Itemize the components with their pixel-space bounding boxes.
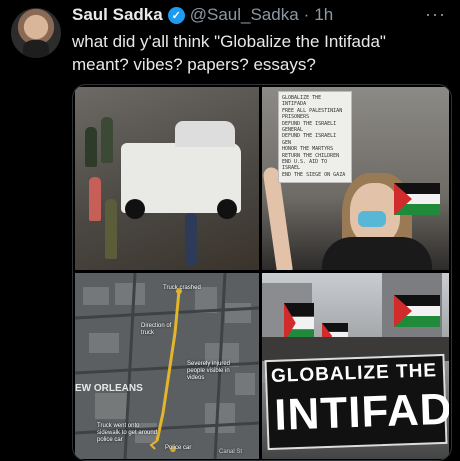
banner-line-1: GLOBALIZE THE [270,360,438,387]
face-mask [358,211,386,227]
map-city-label: EW ORLEANS [75,383,143,394]
protester-shirt [322,237,432,270]
map-label-direction: Direction of truck [141,323,172,336]
tweet-header: Saul Sadka ✓ @Saul_Sadka · 1h [72,5,333,25]
palestinian-flag-icon [394,183,440,215]
timestamp[interactable]: 1h [314,5,333,25]
avatar[interactable] [11,8,61,58]
person-figure [89,177,101,221]
protest-banner: GLOBALIZE THE INTIFADA [264,353,449,451]
officer-figure [101,117,113,163]
pickup-truck [121,121,241,219]
sign-line: END THE SIEGE ON GAZA [282,171,346,178]
map-label-injured: Severely injured people visible in video… [187,361,231,381]
media-image-truck-scene[interactable] [75,87,259,270]
separator: · [303,5,310,24]
map-label-sidewalk: Truck went onto sidewalk to get around p… [97,423,158,443]
sign-line: FREE ALL PALESTINIAN PRISONERS [282,107,343,121]
media-image-route-map[interactable]: EW ORLEANS Truck crashed Direction of tr… [75,273,259,459]
verified-badge-icon: ✓ [167,6,185,24]
media-grid[interactable]: GLOBALIZE THE INTIFADA FREE ALL PALESTIN… [72,84,452,461]
palestinian-flag-icon [394,295,440,327]
sign-line: GLOBALIZE THE INTIFADA [282,95,322,108]
officer-figure [85,127,97,167]
sign-line: DEFUND THE ISRAELI GENERAL [282,120,337,134]
author-name[interactable]: Saul Sadka [72,5,163,25]
sign-line: END U.S. AID TO ISRAEL [282,159,328,172]
media-image-protester-sign[interactable]: GLOBALIZE THE INTIFADA FREE ALL PALESTIN… [262,87,449,270]
tweet-text: what did y'all think "Globalize the Inti… [72,32,386,74]
map-label-street: Canal St [219,449,243,455]
map-label-truck-crashed: Truck crashed [163,285,201,291]
author-handle[interactable]: @Saul_Sadka [190,5,299,25]
sign-line: DEFUND THE ISRAELI GEN [282,133,337,146]
officer-figure [105,199,117,259]
officer-figure [185,213,197,265]
banner-line-2: INTIFADA [273,383,449,440]
wheel [125,199,145,219]
protest-sign: GLOBALIZE THE INTIFADA FREE ALL PALESTIN… [278,91,352,183]
more-options-icon[interactable]: ··· [425,4,446,25]
map-label-police-car: Police car [165,445,192,451]
wheel [217,199,237,219]
media-image-banner[interactable]: GLOBALIZE THE INTIFADA [262,273,449,459]
